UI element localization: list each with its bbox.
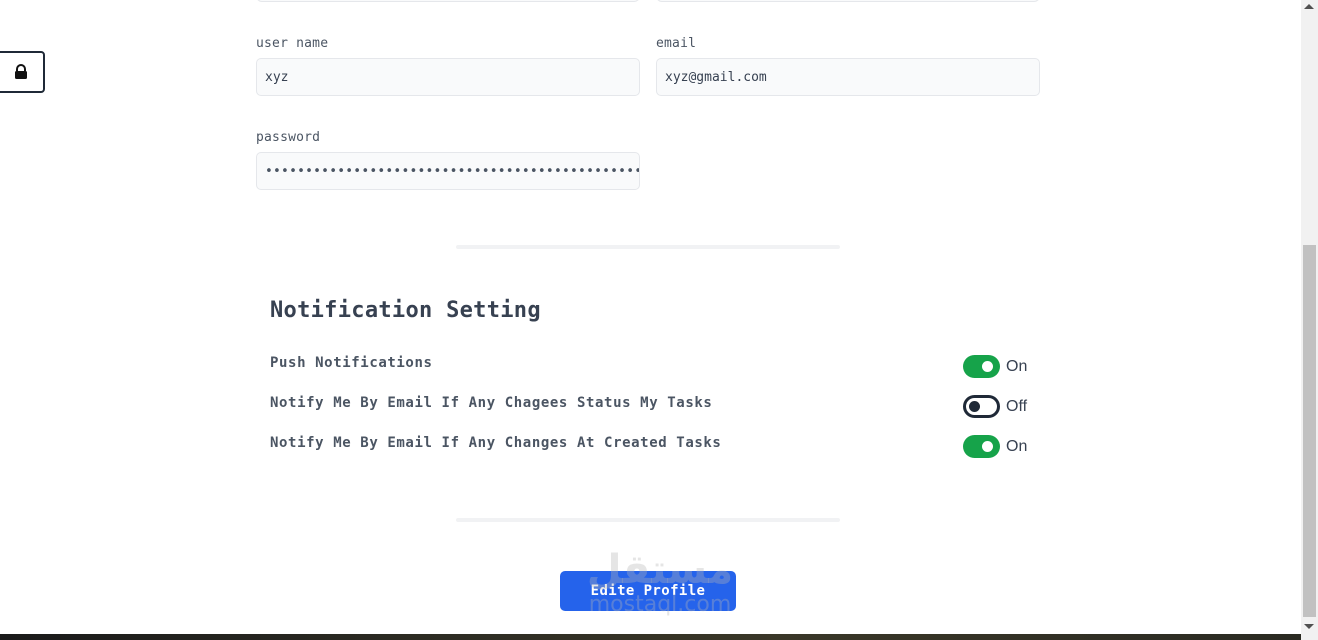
- password-value: ••••••••••••••••••••••••••••••••••••••••…: [265, 163, 640, 179]
- notification-row-created-tasks: Notify Me By Email If Any Changes At Cre…: [270, 435, 1030, 461]
- toggle-state: Off: [1006, 397, 1028, 415]
- cut-off-input-right[interactable]: [656, 0, 1040, 2]
- scroll-up-arrow-icon[interactable]: [1304, 4, 1314, 9]
- notification-label: Notify Me By Email If Any Changes At Cre…: [270, 435, 722, 451]
- notification-row-status-changes: Notify Me By Email If Any Chagees Status…: [270, 395, 1030, 421]
- taskbar-strip: [0, 634, 1301, 640]
- status-changes-toggle[interactable]: Off: [963, 395, 1027, 418]
- lock-icon: [14, 64, 27, 79]
- password-label: password: [256, 130, 321, 145]
- toggle-switch[interactable]: [963, 355, 1000, 378]
- email-value: xyz@gmail.com: [665, 69, 767, 85]
- toggle-knob: [982, 441, 993, 452]
- section-divider-bottom: [456, 518, 840, 522]
- toggle-state: On: [1006, 437, 1028, 455]
- username-label: user name: [256, 36, 329, 51]
- scroll-down-arrow-icon[interactable]: [1304, 624, 1314, 629]
- push-toggle[interactable]: On: [963, 355, 1027, 378]
- notification-row-push: Push Notifications On: [270, 355, 1030, 381]
- created-tasks-toggle[interactable]: On: [963, 435, 1027, 458]
- toggle-switch[interactable]: [963, 435, 1000, 458]
- toggle-state: On: [1006, 357, 1028, 375]
- notification-setting-title: Notification Setting: [270, 298, 541, 323]
- cut-off-input-left[interactable]: [256, 0, 640, 2]
- lock-button[interactable]: [0, 51, 45, 93]
- section-divider-top: [456, 245, 840, 249]
- password-input[interactable]: ••••••••••••••••••••••••••••••••••••••••…: [256, 152, 640, 190]
- email-label: email: [656, 36, 697, 51]
- toggle-switch[interactable]: [963, 395, 1000, 418]
- toggle-knob: [982, 361, 993, 372]
- profile-page: user name xyz email xyz@gmail.com passwo…: [0, 0, 1318, 640]
- edit-profile-button[interactable]: Edite Profile: [560, 571, 736, 611]
- notification-label: Push Notifications: [270, 355, 433, 371]
- notification-label: Notify Me By Email If Any Chagees Status…: [270, 395, 713, 411]
- toggle-knob: [969, 401, 980, 412]
- scrollbar-thumb[interactable]: [1303, 245, 1316, 617]
- username-input[interactable]: xyz: [256, 58, 640, 96]
- username-value: xyz: [265, 69, 289, 85]
- email-input[interactable]: xyz@gmail.com: [656, 58, 1040, 96]
